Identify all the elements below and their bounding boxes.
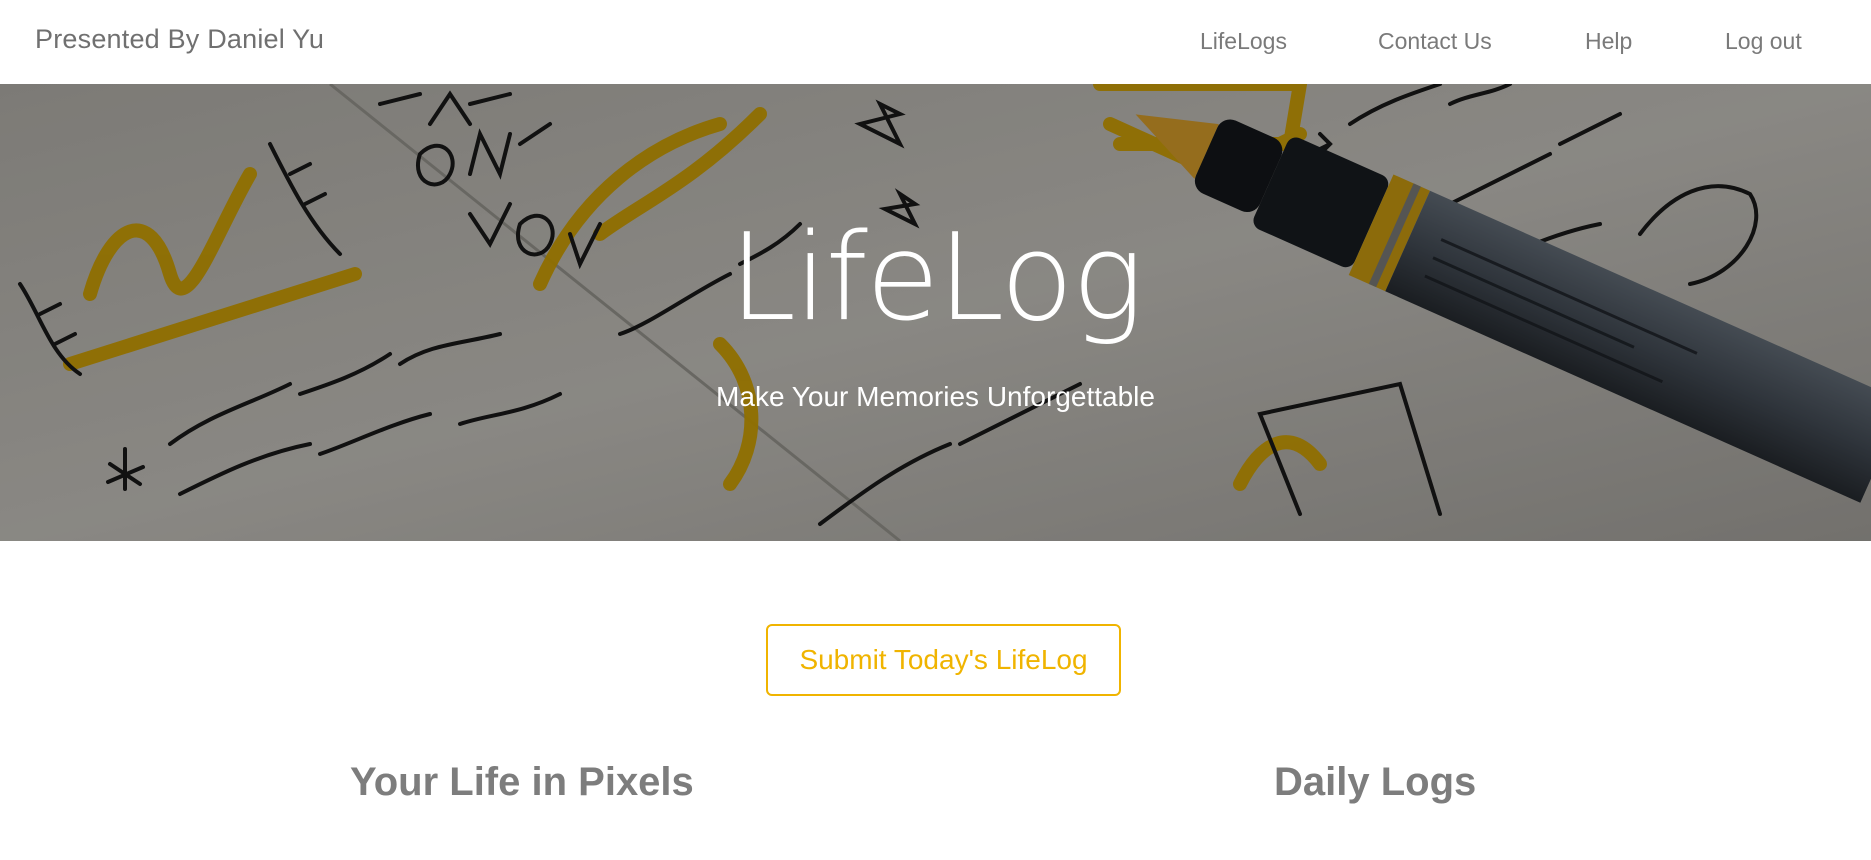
hero-title: LifeLog <box>729 209 1143 348</box>
section-heading-your-life-in-pixels: Your Life in Pixels <box>350 760 694 804</box>
submit-lifelog-button[interactable]: Submit Today's LifeLog <box>766 624 1121 696</box>
nav-link-contact-us[interactable]: Contact Us <box>1378 28 1492 55</box>
hero-subtitle: Make Your Memories Unforgettable <box>716 381 1155 412</box>
brand-link[interactable]: Presented By Daniel Yu <box>35 24 324 55</box>
nav-link-help[interactable]: Help <box>1585 28 1632 55</box>
nav-link-log-out[interactable]: Log out <box>1725 28 1802 55</box>
section-heading-daily-logs: Daily Logs <box>1274 760 1477 804</box>
hero-banner: LifeLog Make Your Memories Unforgettable <box>0 84 1871 541</box>
nav-link-lifelogs[interactable]: LifeLogs <box>1200 28 1287 55</box>
top-navbar: Presented By Daniel Yu LifeLogs Contact … <box>0 0 1871 84</box>
